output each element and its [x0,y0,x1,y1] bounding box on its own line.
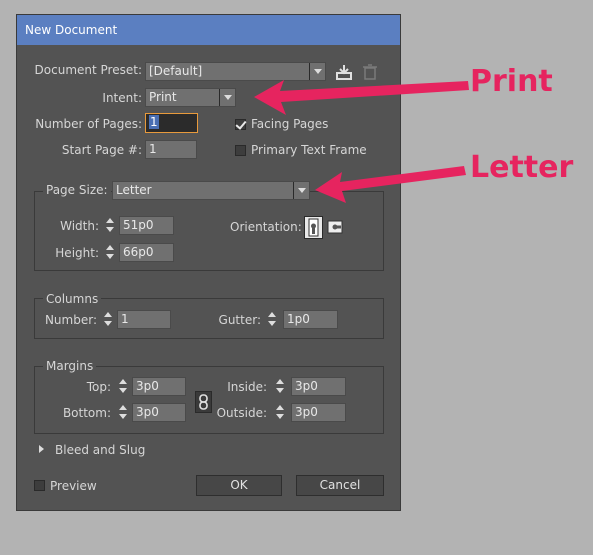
number-of-pages-input[interactable]: 1 [145,113,198,133]
margin-inside-stepper[interactable] [273,377,286,396]
document-preset-value: [Default] [149,64,203,78]
width-label: Width: [60,219,99,233]
dialog-title: New Document [17,15,400,45]
intent-select[interactable]: Print [145,88,236,107]
chevron-down-icon [293,182,309,199]
page-size-select[interactable]: Letter [112,181,310,200]
preview-checkbox[interactable] [34,480,45,491]
margin-top-value: 3p0 [136,379,159,393]
number-of-pages-value: 1 [149,115,159,129]
start-page-input[interactable]: 1 [145,140,197,159]
margin-top-stepper[interactable] [116,377,129,396]
width-input[interactable]: 51p0 [119,216,174,235]
cancel-button[interactable]: Cancel [296,475,384,496]
margin-inside-input[interactable]: 3p0 [291,377,346,396]
print-annotation-arrow [254,80,469,115]
margin-top-label: Top: [86,380,111,394]
width-value: 51p0 [123,218,154,232]
portrait-icon [308,218,319,237]
facing-pages-checkbox[interactable] [235,119,246,130]
height-value: 66p0 [123,245,154,259]
margin-bottom-label: Bottom: [62,406,111,420]
orientation-label: Orientation: [230,220,302,234]
portrait-orientation-button[interactable] [304,216,323,239]
margin-bottom-stepper[interactable] [116,403,129,422]
primary-text-frame-checkbox[interactable] [235,145,246,156]
margin-inside-value: 3p0 [295,379,318,393]
column-number-label: Number: [44,313,97,327]
column-number-stepper[interactable] [101,310,114,329]
primary-text-frame-label: Primary Text Frame [251,143,367,157]
margin-bottom-input[interactable]: 3p0 [132,403,186,422]
start-page-label: Start Page #: [61,143,142,157]
height-stepper[interactable] [103,243,116,262]
margins-title: Margins [43,359,97,373]
height-input[interactable]: 66p0 [119,243,174,262]
expand-triangle-icon[interactable] [39,445,44,453]
margin-outside-stepper[interactable] [273,403,286,422]
number-of-pages-label: Number of Pages: [35,117,142,131]
margin-outside-label: Outside: [216,406,267,420]
column-number-value: 1 [121,312,129,326]
ok-button[interactable]: OK [196,475,282,496]
preview-label: Preview [50,479,97,493]
document-preset-label: Document Preset: [34,63,142,77]
margin-outside-value: 3p0 [295,405,318,419]
chevron-down-icon [219,89,235,106]
column-number-input[interactable]: 1 [117,310,171,329]
gutter-input[interactable]: 1p0 [283,310,338,329]
start-page-value: 1 [149,142,157,156]
letter-annotation-arrow [315,166,466,203]
letter-annotation-text: Letter [470,150,574,185]
margin-bottom-value: 3p0 [136,405,159,419]
gutter-stepper[interactable] [265,310,278,329]
width-stepper[interactable] [103,216,116,235]
landscape-icon [327,220,343,234]
margin-outside-input[interactable]: 3p0 [291,403,346,422]
page-size-value: Letter [116,183,152,197]
intent-label: Intent: [102,91,142,105]
page-size-label: Page Size: [43,183,111,197]
gutter-label: Gutter: [218,313,261,327]
columns-title: Columns [43,292,102,306]
bleed-and-slug-toggle[interactable]: Bleed and Slug [55,443,145,457]
margin-inside-label: Inside: [227,380,267,394]
print-annotation-text: Print [470,64,553,99]
link-margins-button[interactable] [195,391,212,413]
margin-top-input[interactable]: 3p0 [132,377,186,396]
chain-link-icon [199,394,208,410]
gutter-value: 1p0 [287,312,310,326]
height-label: Height: [55,246,99,260]
landscape-orientation-button[interactable] [326,217,344,237]
intent-value: Print [149,90,177,104]
